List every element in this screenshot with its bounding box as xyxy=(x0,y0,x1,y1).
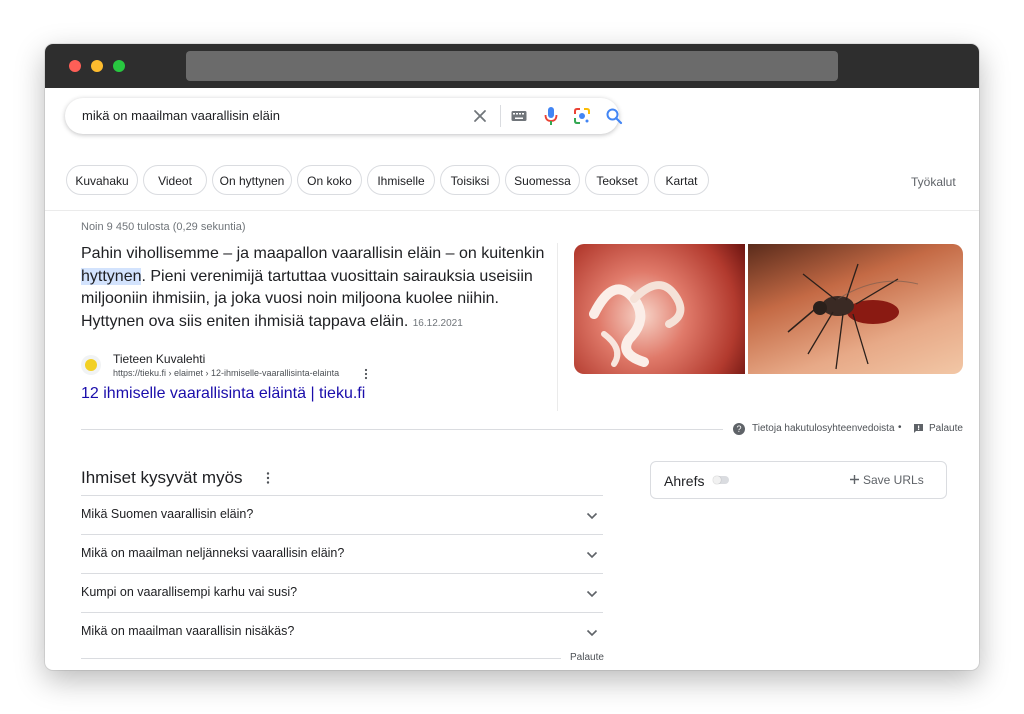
ahrefs-panel: Ahrefs Save URLs xyxy=(650,461,947,499)
featured-snippet-text: Pahin vihollisemme – ja maapallon vaaral… xyxy=(81,243,553,335)
snippet-divider xyxy=(557,243,558,411)
microphone-icon[interactable] xyxy=(543,106,559,126)
mosquito-image[interactable] xyxy=(748,244,963,374)
worm-image[interactable] xyxy=(574,244,745,374)
chevron-down-icon[interactable] xyxy=(586,512,598,520)
paa-divider xyxy=(81,495,603,496)
ahrefs-title: Ahrefs xyxy=(664,473,705,489)
chip-videot[interactable]: Videot xyxy=(143,165,207,195)
footer-separator: • xyxy=(898,422,902,433)
paa-question[interactable]: Mikä on maailman neljänneksi vaarallisin… xyxy=(81,546,344,560)
chip-on-koko[interactable]: On koko xyxy=(297,165,362,195)
paa-divider xyxy=(81,573,603,574)
source-url[interactable]: https://tieku.fi › elaimet › 12-ihmisell… xyxy=(113,368,339,378)
snippet-text-end: . Pieni verenimijä tartuttaa vuosittain … xyxy=(81,267,533,330)
paa-question[interactable]: Mikä on maailman vaarallisin nisäkäs? xyxy=(81,624,294,638)
paa-question[interactable]: Mikä Suomen vaarallisin eläin? xyxy=(81,507,253,521)
save-urls-button[interactable]: Save URLs xyxy=(863,473,924,487)
result-stats: Noin 9 450 tulosta (0,29 sekuntia) xyxy=(81,221,246,233)
paa-footer-divider xyxy=(81,658,561,659)
chevron-down-icon[interactable] xyxy=(586,551,598,559)
keyboard-icon[interactable] xyxy=(511,110,527,122)
feedback-icon[interactable] xyxy=(913,423,924,434)
snippet-images xyxy=(574,244,963,374)
plus-icon[interactable] xyxy=(849,474,860,485)
title-bar xyxy=(45,44,979,88)
address-bar[interactable] xyxy=(186,51,838,81)
close-window-button[interactable] xyxy=(69,60,81,72)
chevron-down-icon[interactable] xyxy=(586,629,598,637)
chip-kuvahaku[interactable]: Kuvahaku xyxy=(66,165,138,195)
feedback-link[interactable]: Palaute xyxy=(929,423,963,434)
google-lens-icon[interactable] xyxy=(573,107,591,125)
people-also-ask-title: Ihmiset kysyvät myös xyxy=(81,468,243,487)
maximize-window-button[interactable] xyxy=(113,60,125,72)
search-divider xyxy=(500,105,501,127)
source-name[interactable]: Tieteen Kuvalehti xyxy=(113,352,205,366)
chip-teokset[interactable]: Teokset xyxy=(585,165,649,195)
minimize-window-button[interactable] xyxy=(91,60,103,72)
header-divider xyxy=(45,210,979,211)
tools-button[interactable]: Työkalut xyxy=(911,175,956,189)
chip-toisiksi[interactable]: Toisiksi xyxy=(440,165,500,195)
search-input[interactable]: mikä on maailman vaarallisin eläin xyxy=(82,108,280,123)
ahrefs-toggle[interactable] xyxy=(713,476,729,484)
chevron-down-icon[interactable] xyxy=(586,590,598,598)
search-box[interactable]: mikä on maailman vaarallisin eläin xyxy=(65,98,623,134)
chip-suomessa[interactable]: Suomessa xyxy=(505,165,580,195)
paa-question[interactable]: Kumpi on vaarallisempi karhu vai susi? xyxy=(81,585,297,599)
snippet-text-start: Pahin vihollisemme – ja maapallon vaaral… xyxy=(81,245,545,262)
browser-window: mikä on maailman vaarallisin eläin Kuvah… xyxy=(45,44,979,670)
chip-ihmiselle[interactable]: Ihmiselle xyxy=(367,165,435,195)
result-link[interactable]: 12 ihmiselle vaarallisinta eläintä | tie… xyxy=(81,385,365,403)
snippet-date: 16.12.2021 xyxy=(412,317,463,329)
more-options-icon[interactable] xyxy=(363,368,369,380)
paa-divider xyxy=(81,612,603,613)
chip-kartat[interactable]: Kartat xyxy=(654,165,709,195)
snippet-footer-divider xyxy=(81,429,723,430)
source-favicon[interactable] xyxy=(81,355,101,375)
more-options-icon[interactable] xyxy=(266,471,270,485)
clear-icon[interactable] xyxy=(471,107,489,125)
snippet-highlight: hyttynen xyxy=(81,267,142,285)
paa-divider xyxy=(81,534,603,535)
svg-text:?: ? xyxy=(736,424,741,434)
search-icon[interactable] xyxy=(605,107,623,125)
chip-on-hyttynen[interactable]: On hyttynen xyxy=(212,165,292,195)
about-snippets-link[interactable]: Tietoja hakutulosyhteenvedoista xyxy=(752,423,895,434)
paa-feedback-link[interactable]: Palaute xyxy=(570,652,604,663)
help-icon[interactable]: ? xyxy=(733,423,745,435)
